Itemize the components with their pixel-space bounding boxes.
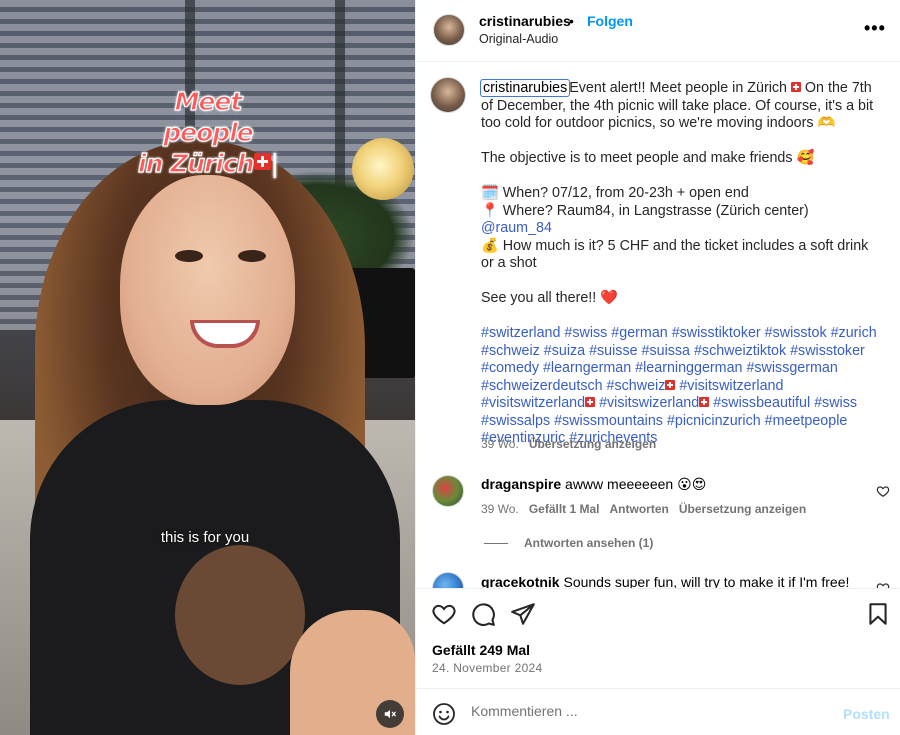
mute-button[interactable] — [376, 700, 404, 728]
comment-likes[interactable]: Gefällt 1 Mal — [529, 502, 600, 516]
swiss-flag-icon — [253, 153, 271, 170]
video-overlay-title: Meet people in Zürich | — [128, 86, 288, 179]
comment-like-heart-icon[interactable] — [876, 581, 890, 588]
commenter-username[interactable]: draganspire — [481, 476, 561, 492]
post-actions: Gefällt 249 Mal 24. November 2024 — [416, 588, 900, 688]
post-date: 24. November 2024 — [432, 661, 543, 675]
likes-count[interactable]: Gefällt 249 Mal — [432, 642, 530, 658]
swiss-flag-icon — [665, 379, 676, 390]
reply-button[interactable]: Antworten — [610, 502, 669, 516]
separator-dot: • — [569, 13, 574, 29]
view-replies-label[interactable]: Antworten ansehen (1) — [524, 536, 653, 550]
author-avatar[interactable] — [433, 14, 465, 46]
caption-paragraph: The objective is to meet people and make… — [481, 150, 815, 166]
mention-link[interactable]: @raum_84 — [481, 220, 552, 236]
eye — [175, 250, 203, 262]
comment-age: 39 Wo. — [481, 502, 519, 516]
hashtag-block[interactable]: #switzerland #swiss #german #swisstiktok… — [481, 325, 881, 448]
swiss-flag-icon — [790, 82, 801, 92]
comments-scroll-area[interactable]: cristinarubies Event alert!! Meet people … — [416, 63, 900, 588]
author-username[interactable]: cristinarubies — [479, 13, 571, 29]
comment-like-heart-icon[interactable] — [876, 484, 890, 498]
person-face — [120, 175, 295, 405]
video-subtitle: this is for you — [160, 529, 250, 546]
comment-bubble-icon[interactable] — [470, 601, 496, 627]
caption-cost: 💰 How much is it? 5 CHF and the ticket i… — [481, 237, 869, 272]
more-options-icon[interactable]: ••• — [864, 18, 886, 39]
comment-input[interactable] — [471, 703, 821, 719]
emoji-picker-icon[interactable] — [432, 702, 456, 726]
caption-where: 📍 Where? Raum84, in Langstrasse (Zürich … — [481, 202, 809, 219]
translate-link[interactable]: Übersetzung anzeigen — [679, 502, 806, 516]
comment-composer: Posten — [416, 688, 900, 735]
audio-label[interactable]: Original-Audio — [479, 32, 558, 46]
caption-text: Event alert!! Meet people in Zürich — [569, 80, 791, 96]
caption-when: 🗓️ When? 07/12, from 20-23h + open end — [481, 185, 749, 201]
paper-lamp — [352, 138, 414, 200]
translate-link[interactable]: Übersetzung anzeigen — [529, 437, 656, 451]
comment-body: awww meeeeeen 😮😍 — [565, 476, 707, 492]
commenter-username[interactable]: gracekotnik — [481, 574, 560, 588]
hashtags[interactable]: #visitswizerland — [599, 395, 699, 411]
swiss-flag-icon — [699, 397, 710, 407]
caption-age: 39 Wo. — [481, 437, 519, 451]
follow-button[interactable]: Folgen — [587, 13, 633, 29]
comment-text: draganspire awww meeeeeen 😮😍 — [481, 476, 861, 493]
caption-author-avatar[interactable] — [430, 77, 466, 113]
replies-divider — [484, 543, 508, 544]
paper-plane-icon[interactable] — [510, 601, 536, 627]
overlay-title-line1: Meet people — [163, 86, 255, 147]
eye — [238, 250, 266, 262]
caption-paragraph: See you all there!! ❤️ — [481, 290, 619, 306]
commenter-avatar[interactable] — [432, 475, 464, 507]
view-replies-button[interactable]: Antworten ansehen (1) — [484, 536, 653, 550]
post-comment-button[interactable]: Posten — [843, 706, 890, 722]
speaker-muted-icon — [384, 709, 396, 719]
post-panel: cristinarubies • Folgen Original-Audio •… — [415, 0, 900, 735]
comment-body: Sounds super fun, will try to make it if… — [563, 574, 850, 588]
swiss-flag-icon — [585, 397, 596, 407]
comment-text: gracekotnik Sounds super fun, will try t… — [481, 574, 861, 588]
caption-meta: 39 Wo. Übersetzung anzeigen — [481, 437, 656, 451]
overlay-title-line2: in Zürich — [137, 148, 255, 178]
bookmark-icon[interactable] — [865, 601, 891, 627]
sweater-bear-print — [175, 545, 305, 685]
post-header: cristinarubies • Folgen Original-Audio •… — [416, 0, 900, 62]
caption-username[interactable]: cristinarubies — [479, 79, 571, 97]
commenter-avatar[interactable] — [432, 572, 464, 588]
comment-meta: 39 Wo. Gefällt 1 Mal Antworten Übersetzung … — [481, 502, 806, 516]
reel-video[interactable]: Meet people in Zürich | this is for you — [0, 0, 415, 735]
post-caption: cristinarubies Event alert!! Meet people … — [479, 79, 881, 448]
text-cursor: | — [270, 149, 280, 178]
heart-icon[interactable] — [431, 601, 457, 627]
